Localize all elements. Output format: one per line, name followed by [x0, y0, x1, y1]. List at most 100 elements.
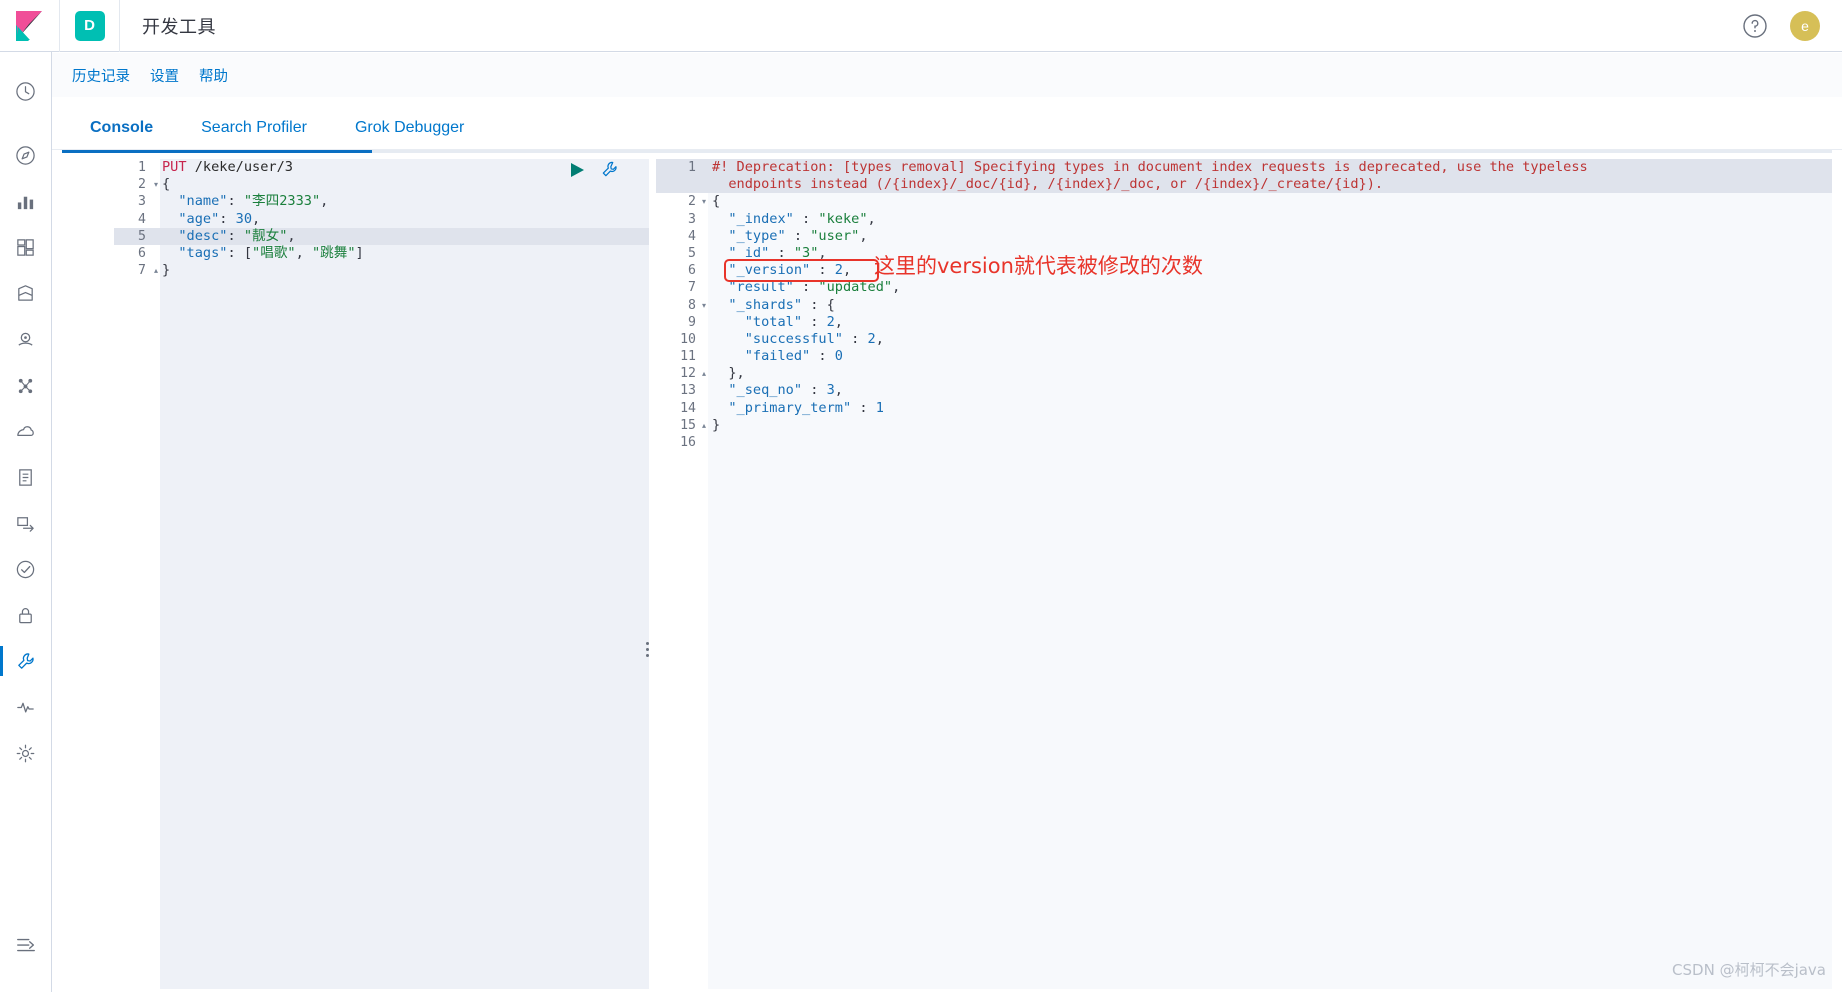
line-number: 16 — [680, 435, 696, 451]
sidebar-item-infrastructure[interactable] — [0, 408, 52, 454]
code-text: "_primary_term" : 1 — [712, 399, 884, 416]
sidebar-item-dashboard[interactable] — [0, 224, 52, 270]
line-number: 1 — [138, 160, 146, 175]
sidebar-item-maps[interactable] — [0, 316, 52, 362]
subnav-item-settings[interactable]: 设置 — [150, 65, 179, 86]
line-number: 3 — [688, 211, 696, 227]
response-line: 15 ▴} — [656, 417, 1832, 434]
sidebar-item-recently-viewed[interactable] — [0, 68, 52, 114]
header-right-actions: e — [1742, 10, 1842, 41]
line-number: 6 — [688, 263, 696, 279]
code-text: "_index" : "keke", — [712, 210, 876, 227]
line-number: 15 — [680, 417, 696, 433]
line-number: 8 — [688, 297, 696, 313]
response-line: 9 "total" : 2, — [656, 314, 1832, 331]
response-line: 6 "_version" : 2, — [656, 262, 1832, 279]
code-text: "result" : "updated", — [712, 279, 901, 296]
response-viewer[interactable]: 1 #! Deprecation: [types removal] Specify… — [656, 159, 1832, 989]
tab-console[interactable]: Console — [72, 119, 171, 149]
play-request-icon[interactable] — [568, 161, 586, 184]
sidebar-item-discover[interactable] — [0, 132, 52, 178]
response-line: 14 "_primary_term" : 1 — [656, 400, 1832, 417]
request-editor[interactable]: 1 PUT /keke/user/3 2 ▾{3 "name": "李四2333", 4… — [114, 159, 649, 989]
code-text: "_seq_no" : 3, — [712, 382, 843, 399]
sidebar-item-canvas[interactable] — [0, 270, 52, 316]
recently-viewed-icon — [15, 81, 36, 102]
response-line: 16 — [656, 434, 1832, 451]
code-text: "tags": ["唱歌", "跳舞"] — [162, 244, 364, 261]
line-number: 1 — [688, 160, 696, 175]
code-text: "_type" : "user", — [712, 227, 868, 244]
request-gutter — [114, 159, 160, 989]
canvas-icon — [15, 283, 36, 304]
line-number: 4 — [138, 211, 146, 227]
code-text: "age": 30, — [162, 210, 261, 227]
request-action-buttons — [568, 160, 619, 184]
main-tabs: Console Search Profiler Grok Debugger — [52, 101, 1842, 149]
sidebar-item-dev-tools[interactable] — [0, 638, 52, 684]
sidebar-item-machine-learning[interactable] — [0, 362, 52, 408]
fold-toggle-icon[interactable]: ▴ — [702, 417, 1829, 434]
line-number: 5 — [138, 228, 146, 244]
response-line: 5 "_id" : "3", — [656, 245, 1832, 262]
collapse-nav-icon — [15, 935, 37, 955]
tab-search-profiler[interactable]: Search Profiler — [183, 119, 325, 149]
avatar[interactable]: e — [1790, 10, 1820, 41]
code-text: "desc": "靓女", — [162, 227, 296, 244]
line-number: 7 — [688, 280, 696, 296]
machine-learning-icon — [15, 375, 36, 396]
response-line: 8 ▾ "_shards" : { — [656, 297, 1832, 314]
line-number: 5 — [688, 245, 696, 261]
line-number: 10 — [680, 331, 696, 347]
line-number: 9 — [688, 314, 696, 330]
console-body: 1 PUT /keke/user/3 2 ▾{3 "name": "李四2333", 4… — [52, 149, 1842, 992]
fold-toggle-icon[interactable]: ▾ — [702, 193, 1829, 210]
fold-toggle-icon[interactable]: ▾ — [702, 297, 1829, 314]
sidebar-item-visualize[interactable] — [0, 178, 52, 224]
tab-grok-debugger[interactable]: Grok Debugger — [337, 119, 482, 149]
code-text: "total" : 2, — [712, 313, 843, 330]
console-subnav: 历史记录 设置 帮助 — [52, 53, 1842, 97]
top-header-bar: D 开发工具 e — [0, 0, 1842, 52]
sidebar-item-logs[interactable] — [0, 454, 52, 500]
request-options-icon[interactable] — [600, 160, 619, 184]
dashboard-icon — [15, 237, 36, 258]
question-circle-icon[interactable] — [1742, 13, 1768, 39]
pane-resize-handle[interactable] — [641, 637, 653, 661]
maps-icon — [15, 329, 36, 350]
kibana-logo-icon — [15, 10, 44, 41]
response-line: 10 "successful" : 2, — [656, 331, 1832, 348]
subnav-item-help[interactable]: 帮助 — [199, 65, 228, 86]
visualize-icon — [15, 191, 36, 212]
fold-toggle-icon[interactable]: ▴ — [154, 262, 646, 279]
app-badge-cell[interactable]: D — [60, 0, 120, 52]
discover-icon — [15, 145, 36, 166]
tab-underline — [62, 150, 1832, 153]
fold-toggle-icon[interactable]: ▴ — [702, 365, 1829, 382]
response-line: 11 "failed" : 0 — [656, 348, 1832, 365]
sidebar-item-uptime[interactable] — [0, 546, 52, 592]
sidebar-item-apm[interactable] — [0, 500, 52, 546]
left-nav-rail — [0, 52, 52, 992]
subnav-item-history[interactable]: 历史记录 — [72, 65, 130, 86]
code-text: "name": "李四2333", — [162, 193, 329, 210]
logs-icon — [15, 467, 36, 488]
line-number: 6 — [138, 245, 146, 261]
response-line: 7 "result" : "updated", — [656, 279, 1832, 296]
uptime-icon — [15, 559, 36, 580]
lock-icon — [15, 605, 36, 626]
response-line: 2 ▾{ — [656, 193, 1832, 210]
sidebar-item-monitoring[interactable] — [0, 684, 52, 730]
request-line: 6 "tags": ["唱歌", "跳舞"] — [114, 245, 649, 262]
collapse-nav-button[interactable] — [0, 922, 52, 968]
response-line: 13 "_seq_no" : 3, — [656, 382, 1832, 399]
infrastructure-icon — [15, 421, 36, 442]
request-line: 7 ▴} — [114, 262, 649, 279]
sidebar-item-management[interactable] — [0, 730, 52, 776]
kibana-logo-cell[interactable] — [0, 0, 60, 52]
annotation-text: 这里的version就代表被修改的次数 — [874, 254, 1203, 279]
page-title: 开发工具 — [142, 16, 216, 38]
sidebar-item-security[interactable] — [0, 592, 52, 638]
response-line: 12 ▴ }, — [656, 365, 1832, 382]
